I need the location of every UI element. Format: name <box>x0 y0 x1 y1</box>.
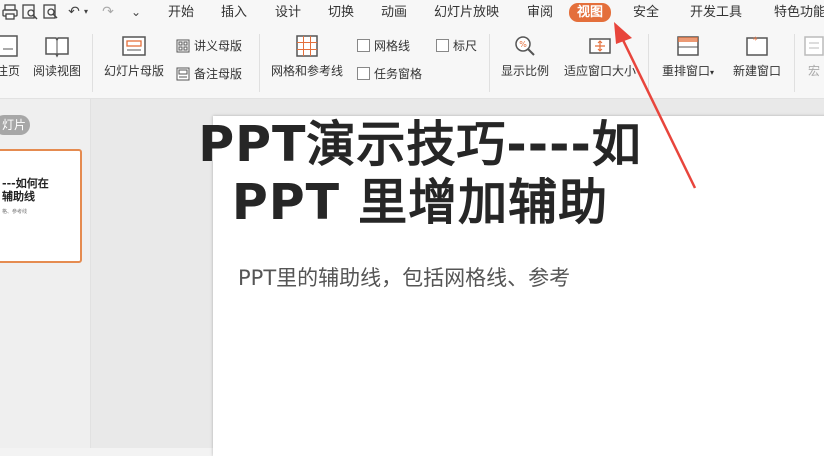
zoom-icon: % <box>515 36 535 56</box>
slide-title[interactable]: PPT演示技巧----如 PPT 里增加辅助 <box>140 116 700 232</box>
rearrange-windows-label: 重排窗口 <box>661 64 710 78</box>
tab-security[interactable]: 安全 <box>633 4 659 22</box>
thumbnail-title: ---如何在 辅助线 <box>2 177 49 203</box>
macro-icon <box>804 36 824 56</box>
slide-thumbnail-panel: 灯片 ---如何在 辅助线 格、参考线 <box>0 99 91 448</box>
customize-dropdown-icon[interactable]: ⌄ <box>128 4 144 20</box>
task-pane-checkbox-box[interactable] <box>357 67 370 80</box>
ruler-label: 标尺 <box>453 39 478 53</box>
reading-view-button[interactable]: 阅读视图 <box>30 34 84 79</box>
slide-master-label: 幻灯片母版 <box>103 64 164 78</box>
reading-view-label: 阅读视图 <box>32 64 81 78</box>
print-icon[interactable] <box>2 4 18 20</box>
notes-page-button[interactable]: 注页 <box>0 34 22 79</box>
ribbon-separator <box>489 34 490 92</box>
handout-master-icon <box>176 39 190 53</box>
slides-panel-tab[interactable]: 灯片 <box>0 115 30 135</box>
svg-text:*: * <box>753 36 758 46</box>
undo-icon[interactable]: ↶ <box>66 4 82 20</box>
ribbon-separator <box>259 34 260 92</box>
fit-window-button[interactable]: 适应窗口大小 <box>560 34 640 79</box>
notes-page-icon <box>0 35 18 57</box>
slide-thumbnail[interactable]: ---如何在 辅助线 格、参考线 <box>0 149 82 263</box>
ribbon-separator <box>92 34 93 92</box>
slide-title-line-1: PPT演示技巧----如 <box>198 116 642 173</box>
svg-text:%: % <box>519 40 527 49</box>
notes-master-label: 备注母版 <box>194 67 243 81</box>
new-window-button[interactable]: * 新建窗口 <box>728 34 786 79</box>
notes-page-label: 注页 <box>0 64 20 78</box>
tab-review[interactable]: 审阅 <box>527 4 553 22</box>
redo-icon[interactable]: ↷ <box>100 4 116 20</box>
task-pane-checkbox[interactable]: 任务窗格 <box>357 65 422 83</box>
ruler-checkbox-box[interactable] <box>436 39 449 52</box>
grid-guides-label: 网格和参考线 <box>270 64 343 78</box>
ruler-checkbox[interactable]: 标尺 <box>436 37 477 55</box>
slide-master-button[interactable]: 幻灯片母版 <box>100 34 168 79</box>
tab-developer[interactable]: 开发工具 <box>690 4 742 22</box>
rearrange-windows-icon <box>677 36 699 56</box>
grid-guides-button[interactable]: 网格和参考线 <box>266 34 348 79</box>
tab-slideshow[interactable]: 幻灯片放映 <box>434 4 499 22</box>
handout-master-button[interactable]: 讲义母版 <box>176 37 242 55</box>
rearrange-windows-button[interactable]: 重排窗口▾ <box>657 34 719 79</box>
tab-insert[interactable]: 插入 <box>221 4 247 22</box>
task-pane-label: 任务窗格 <box>374 67 423 81</box>
slide-title-line-2: PPT 里增加辅助 <box>231 174 609 231</box>
gridlines-checkbox[interactable]: 网格线 <box>357 37 410 55</box>
tab-view[interactable]: 视图 <box>569 3 612 22</box>
macro-label: 宏 <box>807 64 820 78</box>
macro-button[interactable]: 宏 <box>800 34 824 79</box>
zoom-button[interactable]: % 显示比例 <box>497 34 553 79</box>
rearrange-dropdown-icon[interactable]: ▾ <box>710 68 714 77</box>
fit-window-label: 适应窗口大小 <box>563 64 636 78</box>
search-doc-icon[interactable] <box>43 4 59 20</box>
ribbon-separator <box>648 34 649 92</box>
tab-home[interactable]: 开始 <box>168 4 194 22</box>
thumbnail-subtitle: 格、参考线 <box>2 209 28 215</box>
ribbon: 注页 阅读视图 幻灯片母版 讲义母版 备注母版 网格和参考线 网格线 标尺 任务… <box>0 26 824 99</box>
undo-dropdown-icon[interactable]: ▾ <box>82 4 90 20</box>
notes-master-button[interactable]: 备注母版 <box>176 65 242 83</box>
gridlines-checkbox-box[interactable] <box>357 39 370 52</box>
notes-master-icon <box>176 67 190 81</box>
reading-view-icon <box>45 37 69 58</box>
slide-master-icon <box>122 36 146 56</box>
tab-special-features[interactable]: 特色功能 <box>774 4 824 22</box>
zoom-label: 显示比例 <box>500 64 549 78</box>
slide-subtitle[interactable]: PPT里的辅助线，包括网格线、参考 <box>238 262 570 292</box>
grid-icon <box>296 35 318 57</box>
menu-bar: ↶ ▾ ↷ ⌄ 开始 插入 设计 切换 动画 幻灯片放映 审阅 视图 安全 开发… <box>0 0 824 26</box>
tab-transitions[interactable]: 切换 <box>328 4 354 22</box>
new-window-icon: * <box>746 36 768 56</box>
print-preview-icon[interactable] <box>22 4 38 20</box>
fit-window-icon <box>589 38 611 54</box>
ribbon-separator <box>794 34 795 92</box>
tab-design[interactable]: 设计 <box>275 4 301 22</box>
handout-master-label: 讲义母版 <box>194 39 243 53</box>
gridlines-label: 网格线 <box>374 39 411 53</box>
new-window-label: 新建窗口 <box>732 64 781 78</box>
tab-animations[interactable]: 动画 <box>381 4 407 22</box>
